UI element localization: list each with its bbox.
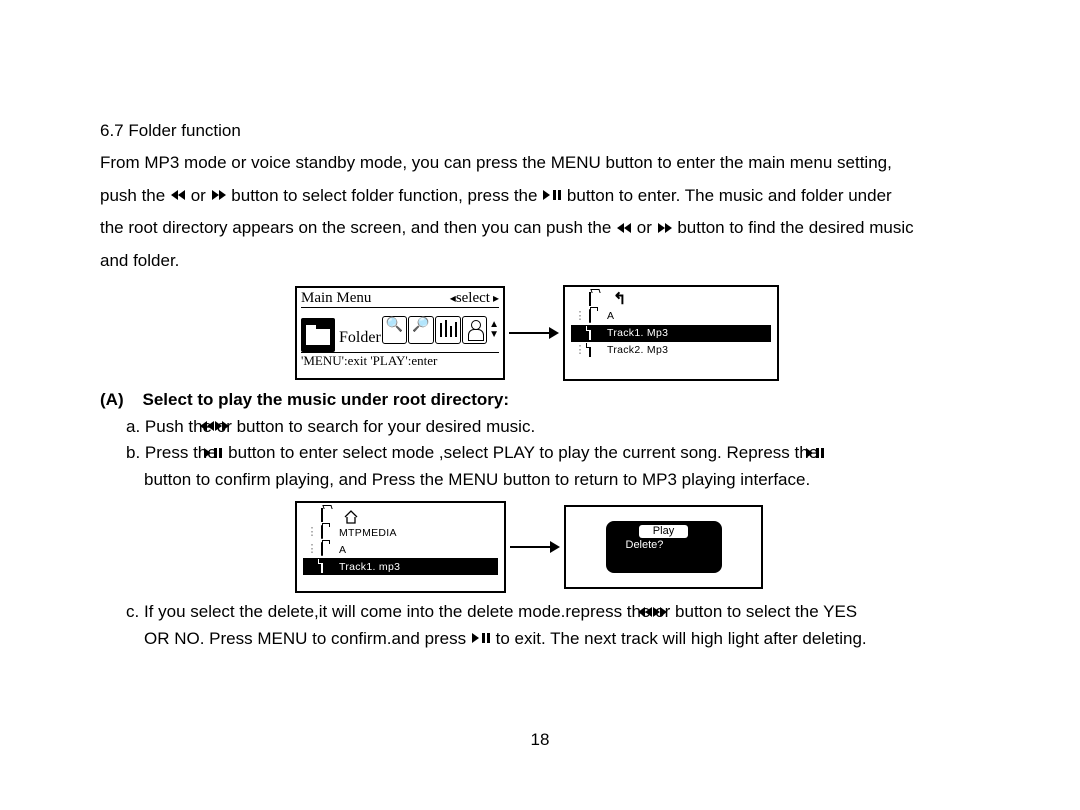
file-row-selected: ⋮ Track1. Mp3 — [571, 325, 771, 342]
open-folder-icon — [321, 508, 323, 522]
track2-label: Track2. Mp3 — [607, 345, 668, 356]
intro-l3a: the root directory appears on the screen… — [100, 218, 611, 237]
folder-icon — [321, 525, 323, 539]
step-c-l2: OR NO. Press MENU to confirm.and press t… — [100, 626, 980, 653]
folder-mtp-label: MTPMEDIA — [339, 528, 397, 539]
folder-a-label-2: A — [339, 545, 346, 556]
file-browser-screen-1: ↰ ⋮ A ⋮ Track1. Mp3 ⋮ Track2. Mp3 — [563, 285, 779, 381]
subsection-A: (A) Select to play the music under root … — [100, 387, 980, 493]
intro-or2: or — [637, 218, 652, 237]
chevron-down-icon: ▼ — [489, 330, 499, 340]
person-icon — [462, 316, 488, 344]
file-icon — [589, 343, 591, 357]
file-icon — [589, 326, 591, 340]
equalizer-icon — [435, 316, 461, 344]
file-row-selected-2: ⋮ Track1. mp3 — [303, 558, 498, 575]
open-folder-icon — [589, 292, 591, 306]
heading-A-prefix: (A) — [100, 390, 124, 409]
figure-row-1: Main Menu select Folder ▲ ▼ 'MENU':exit … — [295, 285, 980, 381]
heading-A-text: Select to play the music under root dire… — [143, 390, 510, 409]
scroll-chevrons: ▲ ▼ — [489, 320, 499, 340]
step-c-l1a: c. If you select the delete,it will come… — [126, 602, 655, 621]
step-b-mid: button to enter select mode ,select PLAY… — [228, 443, 823, 462]
play-delete-popup: Play Delete? — [606, 521, 722, 573]
step-c-block: c. If you select the delete,it will come… — [100, 599, 980, 652]
heading-A: (A) Select to play the music under root … — [100, 387, 980, 413]
folder-icon — [589, 309, 591, 323]
up-level-icon: ↰ — [613, 292, 626, 308]
popup-screen: Play Delete? — [564, 505, 763, 589]
step-c-l2a: OR NO. Press MENU to confirm.and press — [144, 629, 466, 648]
intro-l1: From MP3 mode or voice standby mode, you… — [100, 153, 892, 172]
rewind-icon — [170, 179, 186, 211]
forward-icon — [211, 179, 227, 211]
section-heading: 6.7 Folder function — [100, 115, 980, 147]
intro-l2a: push the — [100, 186, 165, 205]
step-b: b. Press the button to enter select mode… — [100, 440, 980, 467]
track1-label: Track1. Mp3 — [607, 328, 668, 339]
popup-play-option: Play — [639, 525, 688, 538]
intro-or1: or — [191, 186, 211, 205]
lcd-title: Main Menu — [301, 291, 371, 306]
folder-icon — [321, 542, 323, 556]
step-c-l1c: button to select the YES — [675, 602, 857, 621]
play-pause-icon — [221, 440, 223, 466]
arrow-right — [510, 541, 560, 553]
rewind-icon — [616, 212, 632, 244]
intro-l4: and folder. — [100, 251, 179, 270]
intro-para: From MP3 mode or voice standby mode, you… — [100, 147, 980, 277]
step-a: a. Push the or button to search for your… — [100, 414, 980, 441]
section-title-text: Folder function — [128, 121, 240, 140]
step-b-l2: button to confirm playing, and Press the… — [144, 470, 810, 489]
section-number: 6.7 — [100, 121, 124, 140]
arrow-right — [509, 327, 559, 339]
play-pause-icon — [471, 625, 491, 651]
folder-selected-icon — [301, 318, 335, 352]
lcd-footer: 'MENU':exit 'PLAY':enter — [301, 352, 499, 367]
play-pause-icon — [542, 179, 562, 211]
folder-a-label: A — [607, 311, 614, 322]
page-number: 18 — [0, 730, 1080, 750]
step-b-line2: button to confirm playing, and Press the… — [100, 467, 980, 493]
zoom-out-icon — [382, 316, 408, 344]
home-icon — [343, 510, 357, 522]
zoom-in-icon — [408, 316, 434, 344]
intro-l2c: button to select folder function, press … — [231, 186, 542, 205]
popup-delete-option: Delete? — [614, 540, 714, 551]
track1-label-2: Track1. mp3 — [339, 562, 400, 573]
file-browser-screen-2: ⋮ MTPMEDIA ⋮ A ⋮ Track1. mp3 — [295, 501, 506, 593]
lcd-main-menu: Main Menu select Folder ▲ ▼ 'MENU':exit … — [295, 286, 505, 380]
forward-icon — [657, 212, 673, 244]
step-c-l1: c. If you select the delete,it will come… — [100, 599, 980, 626]
figure-row-2: ⋮ MTPMEDIA ⋮ A ⋮ Track1. mp3 Play Delete… — [295, 501, 980, 593]
intro-l3c: button to find the desired music — [677, 218, 913, 237]
lcd-select-label: select — [450, 291, 499, 306]
step-c-l2b: to exit. The next track will high light … — [496, 629, 867, 648]
play-pause-icon — [823, 440, 825, 466]
step-a-post: button to search for your desired music. — [237, 417, 536, 436]
file-icon — [321, 559, 323, 573]
lcd-folder-label: Folder — [339, 330, 381, 346]
intro-l2d: button to enter. The music and folder un… — [567, 186, 892, 205]
